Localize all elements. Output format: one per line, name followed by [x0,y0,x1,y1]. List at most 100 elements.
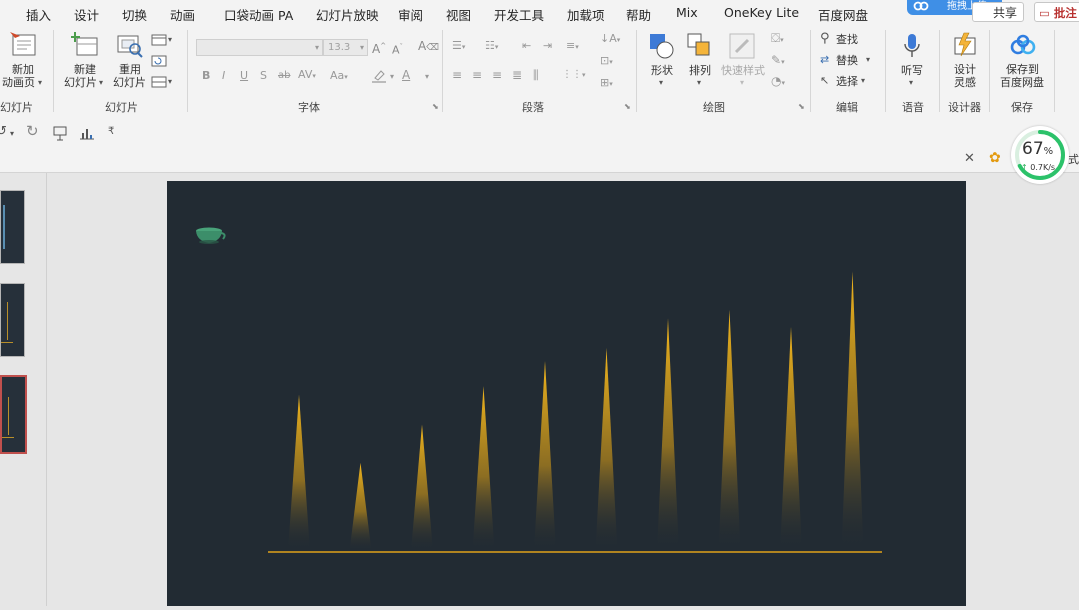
customize-toolbar-icon[interactable]: ₹ [108,125,114,139]
upload-arrow-icon: ↑ [1021,163,1028,172]
tab-addins[interactable]: 加载项 [567,5,605,24]
find-label: 查找 [836,33,858,46]
drawing-dialog-launcher-icon[interactable]: ⬊ [798,102,805,111]
tab-insert[interactable]: 插入 [26,5,51,24]
paragraph-dialog-launcher-icon[interactable]: ⬊ [624,102,631,111]
text-shadow-button[interactable]: S [260,69,267,83]
group-label-slides-partial: 幻灯片 [0,101,33,114]
chevron-down-icon: ▾ [359,43,364,52]
group-label-designer: 设计器 [948,101,981,114]
slide-canvas[interactable] [167,181,966,606]
baidu-cloud-icon [1010,34,1036,55]
line-spacing-icon[interactable]: ≡▾ [566,39,579,54]
teacup-icon [196,227,226,244]
slide-thumbnail[interactable] [0,283,25,357]
align-right-icon[interactable]: ≡ [492,68,502,82]
bullets-icon[interactable]: ☰▾ [452,39,465,54]
shape-effects-icon[interactable]: ◔▾ [771,74,785,90]
ribbon-separator [885,30,886,112]
increase-indent-icon[interactable]: ⇥ [543,39,552,53]
chart-icon[interactable] [78,125,96,141]
ribbon-separator [53,30,54,112]
new-animation-page-label-2: 动画页 [2,76,35,89]
cursor-icon: ↖ [820,74,830,87]
shape-outline-icon[interactable]: ✎▾ [771,53,785,69]
quick-styles-icon [729,33,755,59]
columns-icon[interactable]: ⋮⋮▾ [562,68,586,82]
strikethrough-icon[interactable]: ab [278,69,290,83]
underline-button[interactable]: U [240,69,248,83]
speed-percent-sign: % [1043,146,1054,157]
design-ideas-label-2: 灵感 [954,76,976,89]
thumbnail-decoration [2,437,14,438]
microphone-icon [904,34,920,57]
chevron-down-icon: ▾ [659,78,664,87]
tab-help[interactable]: 帮助 [626,5,651,24]
distribute-icon[interactable]: ⫼ [533,68,539,82]
new-animation-page-icon [10,32,36,56]
change-case-icon[interactable]: Aa▾ [330,69,348,84]
design-ideas-icon [954,32,976,57]
reset-slide-icon[interactable] [151,55,167,67]
ribbon: 新加 动画页 ▾ 幻灯片 新建 幻灯片 ▾ 重用 幻灯片 ▾ ▾ 幻灯片 ▾ 1 [0,26,1079,117]
tab-pocket-animation[interactable]: 口袋动画 PA [224,5,293,24]
ribbon-separator [187,30,188,112]
tab-design[interactable]: 设计 [74,5,99,24]
tab-slideshow[interactable]: 幻灯片放映 [316,5,379,24]
design-ideas-label-1: 设计 [954,63,976,76]
increase-font-size-icon[interactable]: A^ [372,39,386,56]
undo-icon[interactable]: ↺ [0,125,7,139]
tab-review[interactable]: 审阅 [398,5,423,24]
font-size-select[interactable]: 13.3 ▾ [323,39,368,56]
tab-transitions[interactable]: 切换 [122,5,147,24]
italic-button[interactable]: I [222,69,225,83]
chevron-down-icon: ▾ [909,78,914,87]
save-to-baidu-label-2: 百度网盘 [1000,76,1044,89]
decrease-indent-icon[interactable]: ⇤ [522,39,531,53]
layout-icon[interactable] [151,34,167,46]
section-icon[interactable] [151,76,167,88]
smartart-icon[interactable]: ⊞▾ [600,76,613,91]
font-dialog-launcher-icon[interactable]: ⬊ [432,102,439,111]
chevron-down-icon[interactable]: ▾ [10,127,14,141]
gear-icon[interactable]: ✿ [989,151,1001,165]
tab-view[interactable]: 视图 [446,5,471,24]
comment-icon: ▭ [1039,6,1050,20]
partial-tab-label: 式 [1068,153,1079,166]
font-color-icon[interactable]: A [402,68,410,82]
justify-icon[interactable]: ≣ [512,68,522,82]
align-center-icon[interactable]: ≡ [472,68,482,82]
tab-baidu-netdisk[interactable]: 百度网盘 [818,5,868,24]
tab-developer[interactable]: 开发工具 [494,5,544,24]
align-text-icon[interactable]: ⊡▾ [600,54,613,69]
presentation-icon[interactable] [52,125,68,141]
speed-rate: ↑ 0.7K/s [1021,163,1055,172]
tab-mix[interactable]: Mix [676,5,698,20]
redo-icon[interactable]: ↻ [26,124,39,139]
decrease-font-size-icon[interactable]: Aˇ [392,40,403,58]
replace-label: 替换 [836,54,858,67]
slide-thumbnail[interactable] [0,190,25,264]
tab-animations[interactable]: 动画 [170,5,195,24]
shape-fill-icon[interactable]: ⛋▾ [771,31,784,47]
text-direction-icon[interactable]: ↓A▾ [600,32,620,47]
clear-formatting-icon[interactable]: A⌫ [418,39,439,55]
ribbon-separator [939,30,940,112]
bold-button[interactable]: B [202,69,210,83]
numbering-icon[interactable]: ☷▾ [485,39,498,54]
spike-shape [349,462,372,551]
tab-onekey-lite[interactable]: OneKey Lite [724,5,799,20]
quick-access-toolbar: ↺ ▾ ↻ ₹ [0,116,1079,149]
spike-shape [595,348,618,551]
highlight-color-icon[interactable] [371,69,387,83]
network-speed-widget[interactable]: 67% ↑ 0.7K/s [1011,126,1069,184]
slide-thumbnail-selected[interactable] [0,375,27,454]
font-family-select[interactable]: ▾ [196,39,323,56]
pin-icon[interactable]: ✕ [964,152,975,166]
character-spacing-icon[interactable]: AV▾ [298,68,316,83]
align-left-icon[interactable]: ≡ [452,68,462,82]
comments-button[interactable]: ▭ 批注 [1034,2,1079,22]
share-button[interactable]: 共享 [972,2,1024,22]
group-label-save: 保存 [1011,101,1033,114]
font-size-value: 13.3 [328,42,351,53]
